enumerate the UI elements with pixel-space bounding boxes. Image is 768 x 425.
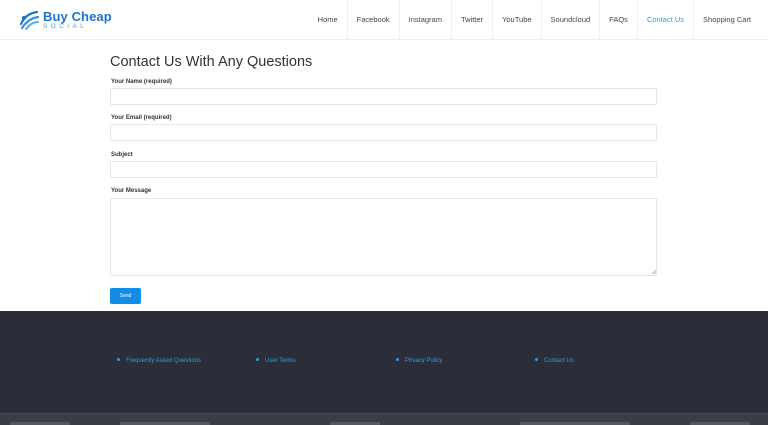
name-label: Your Name (required) <box>111 79 172 85</box>
footer-link-label: Privacy Policy <box>405 358 443 364</box>
footer-link-user-terms[interactable]: User Terms <box>256 357 296 364</box>
nav-item-instagram[interactable]: Instagram <box>398 0 451 40</box>
name-field[interactable] <box>110 88 657 105</box>
resize-grip-icon[interactable] <box>651 269 656 274</box>
subject-label: Subject <box>111 152 133 158</box>
bullet-icon <box>117 357 120 361</box>
footer-link-privacy-policy[interactable]: Privacy Policy <box>396 357 443 364</box>
bullet-icon <box>535 357 538 361</box>
bullet-icon <box>256 357 259 361</box>
logo-subtitle: SOCIAL <box>43 22 88 30</box>
main-nav: Home Facebook Instagram Twitter YouTube … <box>309 0 760 40</box>
contact-section: Contact Us With Any Questions Your Name … <box>0 41 768 311</box>
nav-item-shopping-cart[interactable]: Shopping Cart <box>693 0 760 40</box>
site-logo[interactable]: Buy Cheap SOCIAL <box>18 8 112 32</box>
footer-link-faq[interactable]: Frequently Asked Questions <box>117 357 202 364</box>
message-field[interactable] <box>110 198 657 276</box>
nav-item-facebook[interactable]: Facebook <box>346 0 399 40</box>
nav-item-contact-us[interactable]: Contact Us <box>636 0 693 40</box>
footer-link-label: User Terms <box>265 358 296 364</box>
message-label: Your Message <box>111 188 152 194</box>
footer-link-label: Contact Us <box>544 358 574 364</box>
footer-link-contact-us[interactable]: Contact Us <box>535 357 574 364</box>
email-field[interactable] <box>110 124 657 141</box>
bottom-background-strip <box>0 413 768 425</box>
nav-item-youtube[interactable]: YouTube <box>492 0 540 40</box>
footer-link-label: Frequently Asked Questions <box>126 358 202 364</box>
nav-item-soundcloud[interactable]: Soundcloud <box>540 0 600 40</box>
globe-swoosh-logo-icon <box>19 10 40 30</box>
nav-item-home[interactable]: Home <box>309 0 347 40</box>
email-label: Your Email (required) <box>111 115 172 121</box>
site-header: Buy Cheap SOCIAL Home Facebook Instagram… <box>0 0 768 40</box>
page-title: Contact Us With Any Questions <box>110 54 313 70</box>
subject-field[interactable] <box>110 161 657 178</box>
nav-item-faqs[interactable]: FAQs <box>599 0 637 40</box>
site-footer: Frequently Asked Questions User Terms Pr… <box>0 311 768 413</box>
send-button[interactable]: Send <box>110 288 141 304</box>
nav-item-twitter[interactable]: Twitter <box>450 0 492 40</box>
bullet-icon <box>396 357 399 361</box>
logo-title: Buy Cheap <box>43 8 112 24</box>
